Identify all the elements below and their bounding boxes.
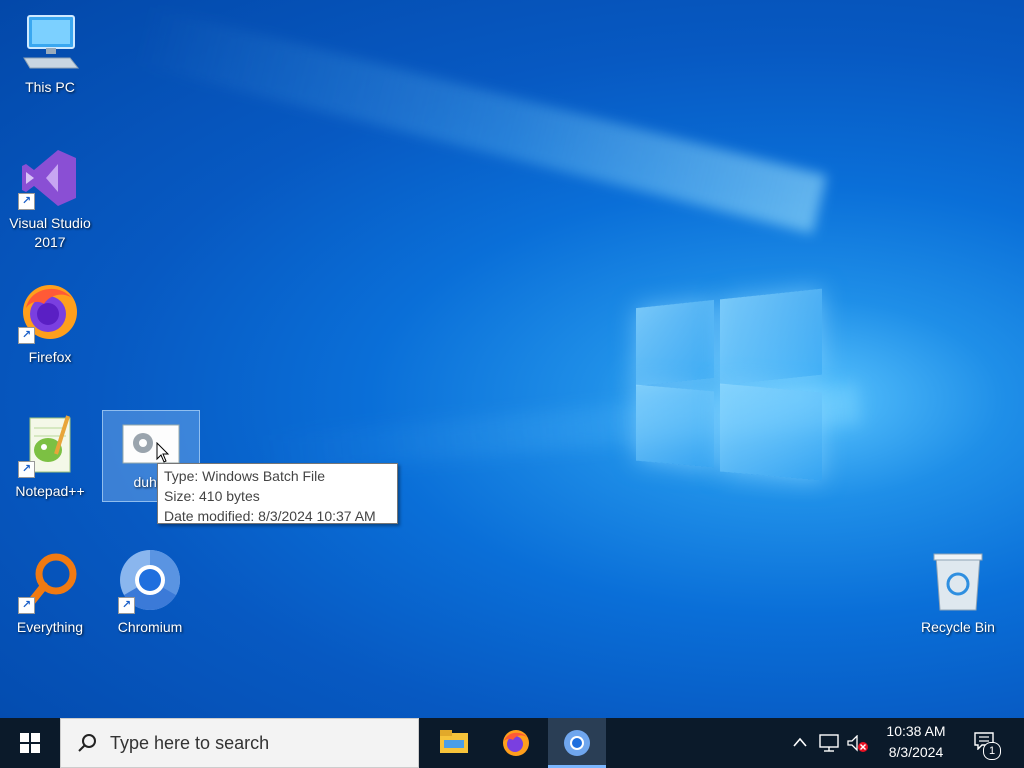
action-center-button[interactable]: 1 (966, 718, 1008, 768)
windows-logo-wallpaper (636, 288, 822, 481)
visual-studio-icon: ↗ (18, 146, 82, 210)
shortcut-arrow-icon: ↗ (118, 597, 135, 614)
taskbar-firefox[interactable] (487, 718, 545, 768)
notification-count-badge: 1 (983, 742, 1001, 760)
chevron-up-icon (793, 737, 807, 747)
desktop-icon-firefox[interactable]: ↗ Firefox (2, 280, 98, 367)
desktop-icon-recycle-bin[interactable]: Recycle Bin (910, 550, 1006, 637)
desktop-icon-label: This PC (25, 79, 75, 95)
volume-button[interactable] (844, 718, 870, 768)
windows-start-icon (20, 733, 40, 753)
desktop-icon-label: Notepad++ (15, 483, 85, 499)
desktop-icon-label: Recycle Bin (921, 619, 995, 635)
taskbar-clock[interactable]: 10:38 AM 8/3/2024 (880, 721, 952, 763)
file-explorer-icon (440, 730, 468, 753)
firefox-icon (503, 730, 529, 756)
shortcut-arrow-icon: ↗ (18, 193, 35, 210)
desktop-icon-chromium[interactable]: ↗ Chromium (102, 550, 198, 637)
recycle-bin-icon (926, 550, 990, 614)
notepadpp-icon: ↗ (18, 414, 82, 478)
desktop-icon-label: Everything (16, 619, 84, 635)
shortcut-arrow-icon: ↗ (18, 327, 35, 344)
wallpaper-light-beam (133, 6, 827, 234)
start-button[interactable] (0, 718, 60, 768)
firefox-icon: ↗ (18, 280, 82, 344)
desktop-icon-label: Visual Studio 2017 (9, 215, 91, 250)
chromium-icon (564, 730, 590, 756)
desktop[interactable]: This PC ↗ Visual Studio 2017 ↗ Firefox ↗… (0, 0, 1024, 718)
volume-muted-icon (847, 735, 868, 752)
clock-date: 8/3/2024 (888, 744, 944, 760)
desktop-icon-this-pc[interactable]: This PC (2, 10, 98, 97)
shortcut-arrow-icon: ↗ (18, 597, 35, 614)
mouse-cursor-icon (156, 442, 170, 463)
taskbar-search-box[interactable]: Type here to search (60, 718, 419, 768)
computer-icon (18, 10, 82, 74)
show-hidden-icons-button[interactable] (786, 718, 814, 768)
desktop-icon-label: Chromium (117, 619, 183, 635)
clock-time: 10:38 AM (886, 723, 946, 739)
tooltip-type: Type: Windows Batch File (164, 468, 326, 484)
desktop-icon-label: Firefox (28, 349, 72, 365)
tooltip-size: Size: 410 bytes (164, 488, 260, 504)
tooltip-date-modified: Date modified: 8/3/2024 10:37 AM (164, 508, 376, 524)
magnifier-icon: ↗ (18, 550, 82, 614)
network-button[interactable] (816, 718, 842, 768)
search-icon (78, 734, 96, 752)
chromium-icon: ↗ (118, 550, 182, 614)
network-icon (819, 734, 839, 752)
desktop-icon-notepadpp[interactable]: ↗ Notepad++ (2, 414, 98, 501)
file-info-tooltip: Type: Windows Batch File Size: 410 bytes… (157, 463, 398, 524)
taskbar-chromium[interactable] (548, 718, 606, 768)
search-placeholder: Type here to search (110, 733, 270, 753)
taskbar-file-explorer[interactable] (425, 718, 483, 768)
desktop-icon-everything[interactable]: ↗ Everything (2, 550, 98, 637)
desktop-icon-visual-studio[interactable]: ↗ Visual Studio 2017 (2, 146, 98, 252)
shortcut-arrow-icon: ↗ (18, 461, 35, 478)
taskbar: Type here to search 10:38 AM 8/3/2024 1 (0, 718, 1024, 768)
